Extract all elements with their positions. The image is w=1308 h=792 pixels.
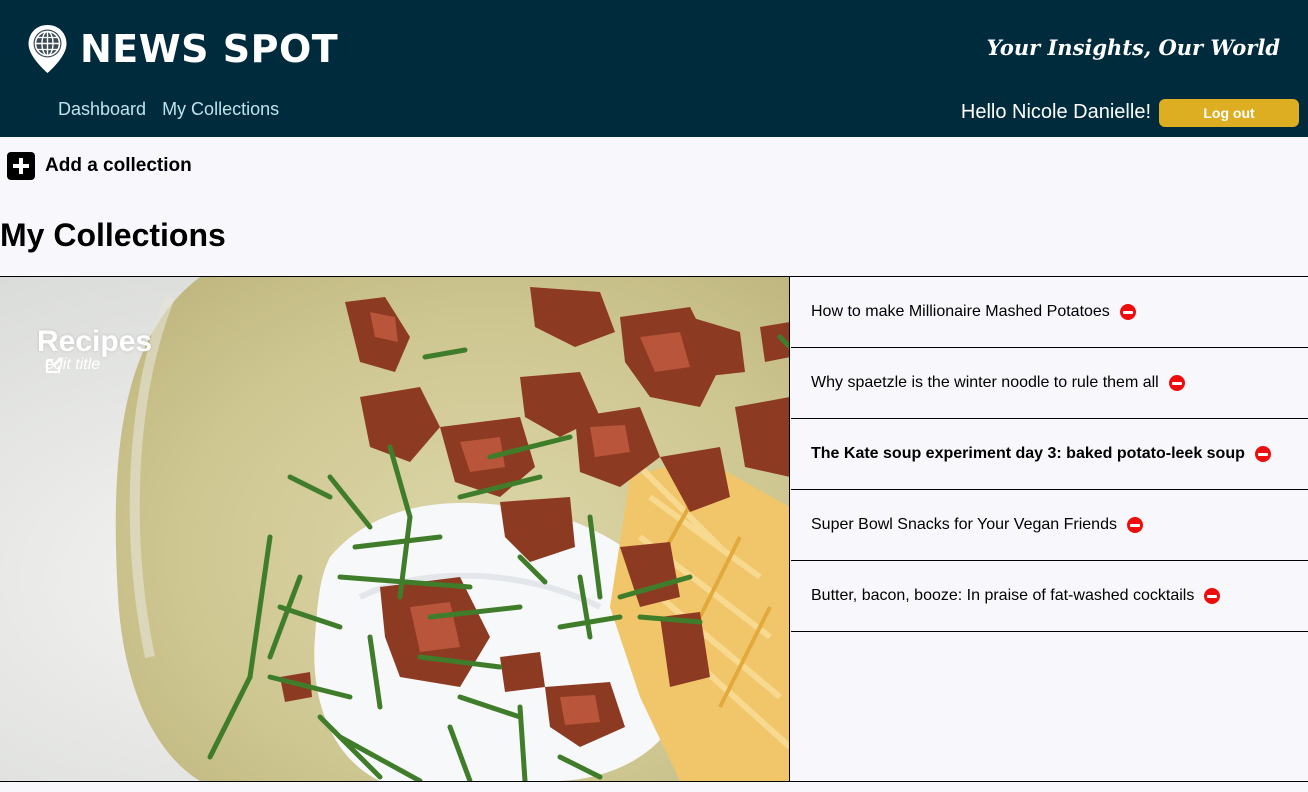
edit-icon[interactable] — [45, 356, 63, 374]
user-greeting: Hello Nicole Danielle! — [960, 101, 1151, 123]
main-nav: Dashboard My Collections — [58, 97, 279, 121]
remove-circle-icon[interactable] — [1254, 446, 1271, 462]
nav-dashboard[interactable]: Dashboard — [58, 97, 146, 121]
plus-square-icon[interactable] — [7, 152, 35, 180]
page-title: My Collections — [0, 217, 226, 253]
site-header: NEWS SPOT Your Insights, Our World Dashb… — [0, 0, 1308, 137]
brand-name[interactable]: NEWS SPOT — [80, 26, 338, 72]
article-list: How to make Millionaire Mashed Potatoes … — [791, 277, 1308, 632]
tagline: Your Insights, Our World — [986, 35, 1280, 60]
collection-image: Recipes edit title — [0, 277, 790, 781]
add-collection-label[interactable]: Add a collection — [45, 153, 192, 179]
edit-title-button[interactable]: edit title — [45, 356, 100, 374]
list-item: Butter, bacon, booze: In praise of fat-w… — [791, 561, 1308, 632]
add-collection-button[interactable]: Add a collection — [7, 152, 192, 180]
article-link[interactable]: Why spaetzle is the winter noodle to rul… — [811, 373, 1159, 393]
article-link[interactable]: Super Bowl Snacks for Your Vegan Friends — [811, 515, 1117, 535]
list-item: Why spaetzle is the winter noodle to rul… — [791, 348, 1308, 419]
nav-my-collections[interactable]: My Collections — [162, 97, 279, 121]
remove-circle-icon[interactable] — [1119, 304, 1136, 320]
list-item: How to make Millionaire Mashed Potatoes — [791, 277, 1308, 348]
remove-circle-icon[interactable] — [1168, 375, 1185, 391]
globe-pin-icon[interactable] — [27, 24, 68, 74]
remove-circle-icon[interactable] — [1204, 588, 1221, 604]
list-item: Super Bowl Snacks for Your Vegan Friends — [791, 490, 1308, 561]
remove-circle-icon[interactable] — [1126, 517, 1143, 533]
article-link[interactable]: Butter, bacon, booze: In praise of fat-w… — [811, 586, 1194, 606]
logout-button[interactable]: Log out — [1159, 99, 1299, 127]
list-item: The Kate soup experiment day 3: baked po… — [791, 419, 1308, 490]
collection-title: Recipes — [37, 325, 153, 358]
article-link[interactable]: How to make Millionaire Mashed Potatoes — [811, 302, 1110, 322]
collection-card: Recipes edit title How to make Millionai… — [0, 276, 1308, 782]
article-link[interactable]: The Kate soup experiment day 3: baked po… — [811, 444, 1245, 464]
